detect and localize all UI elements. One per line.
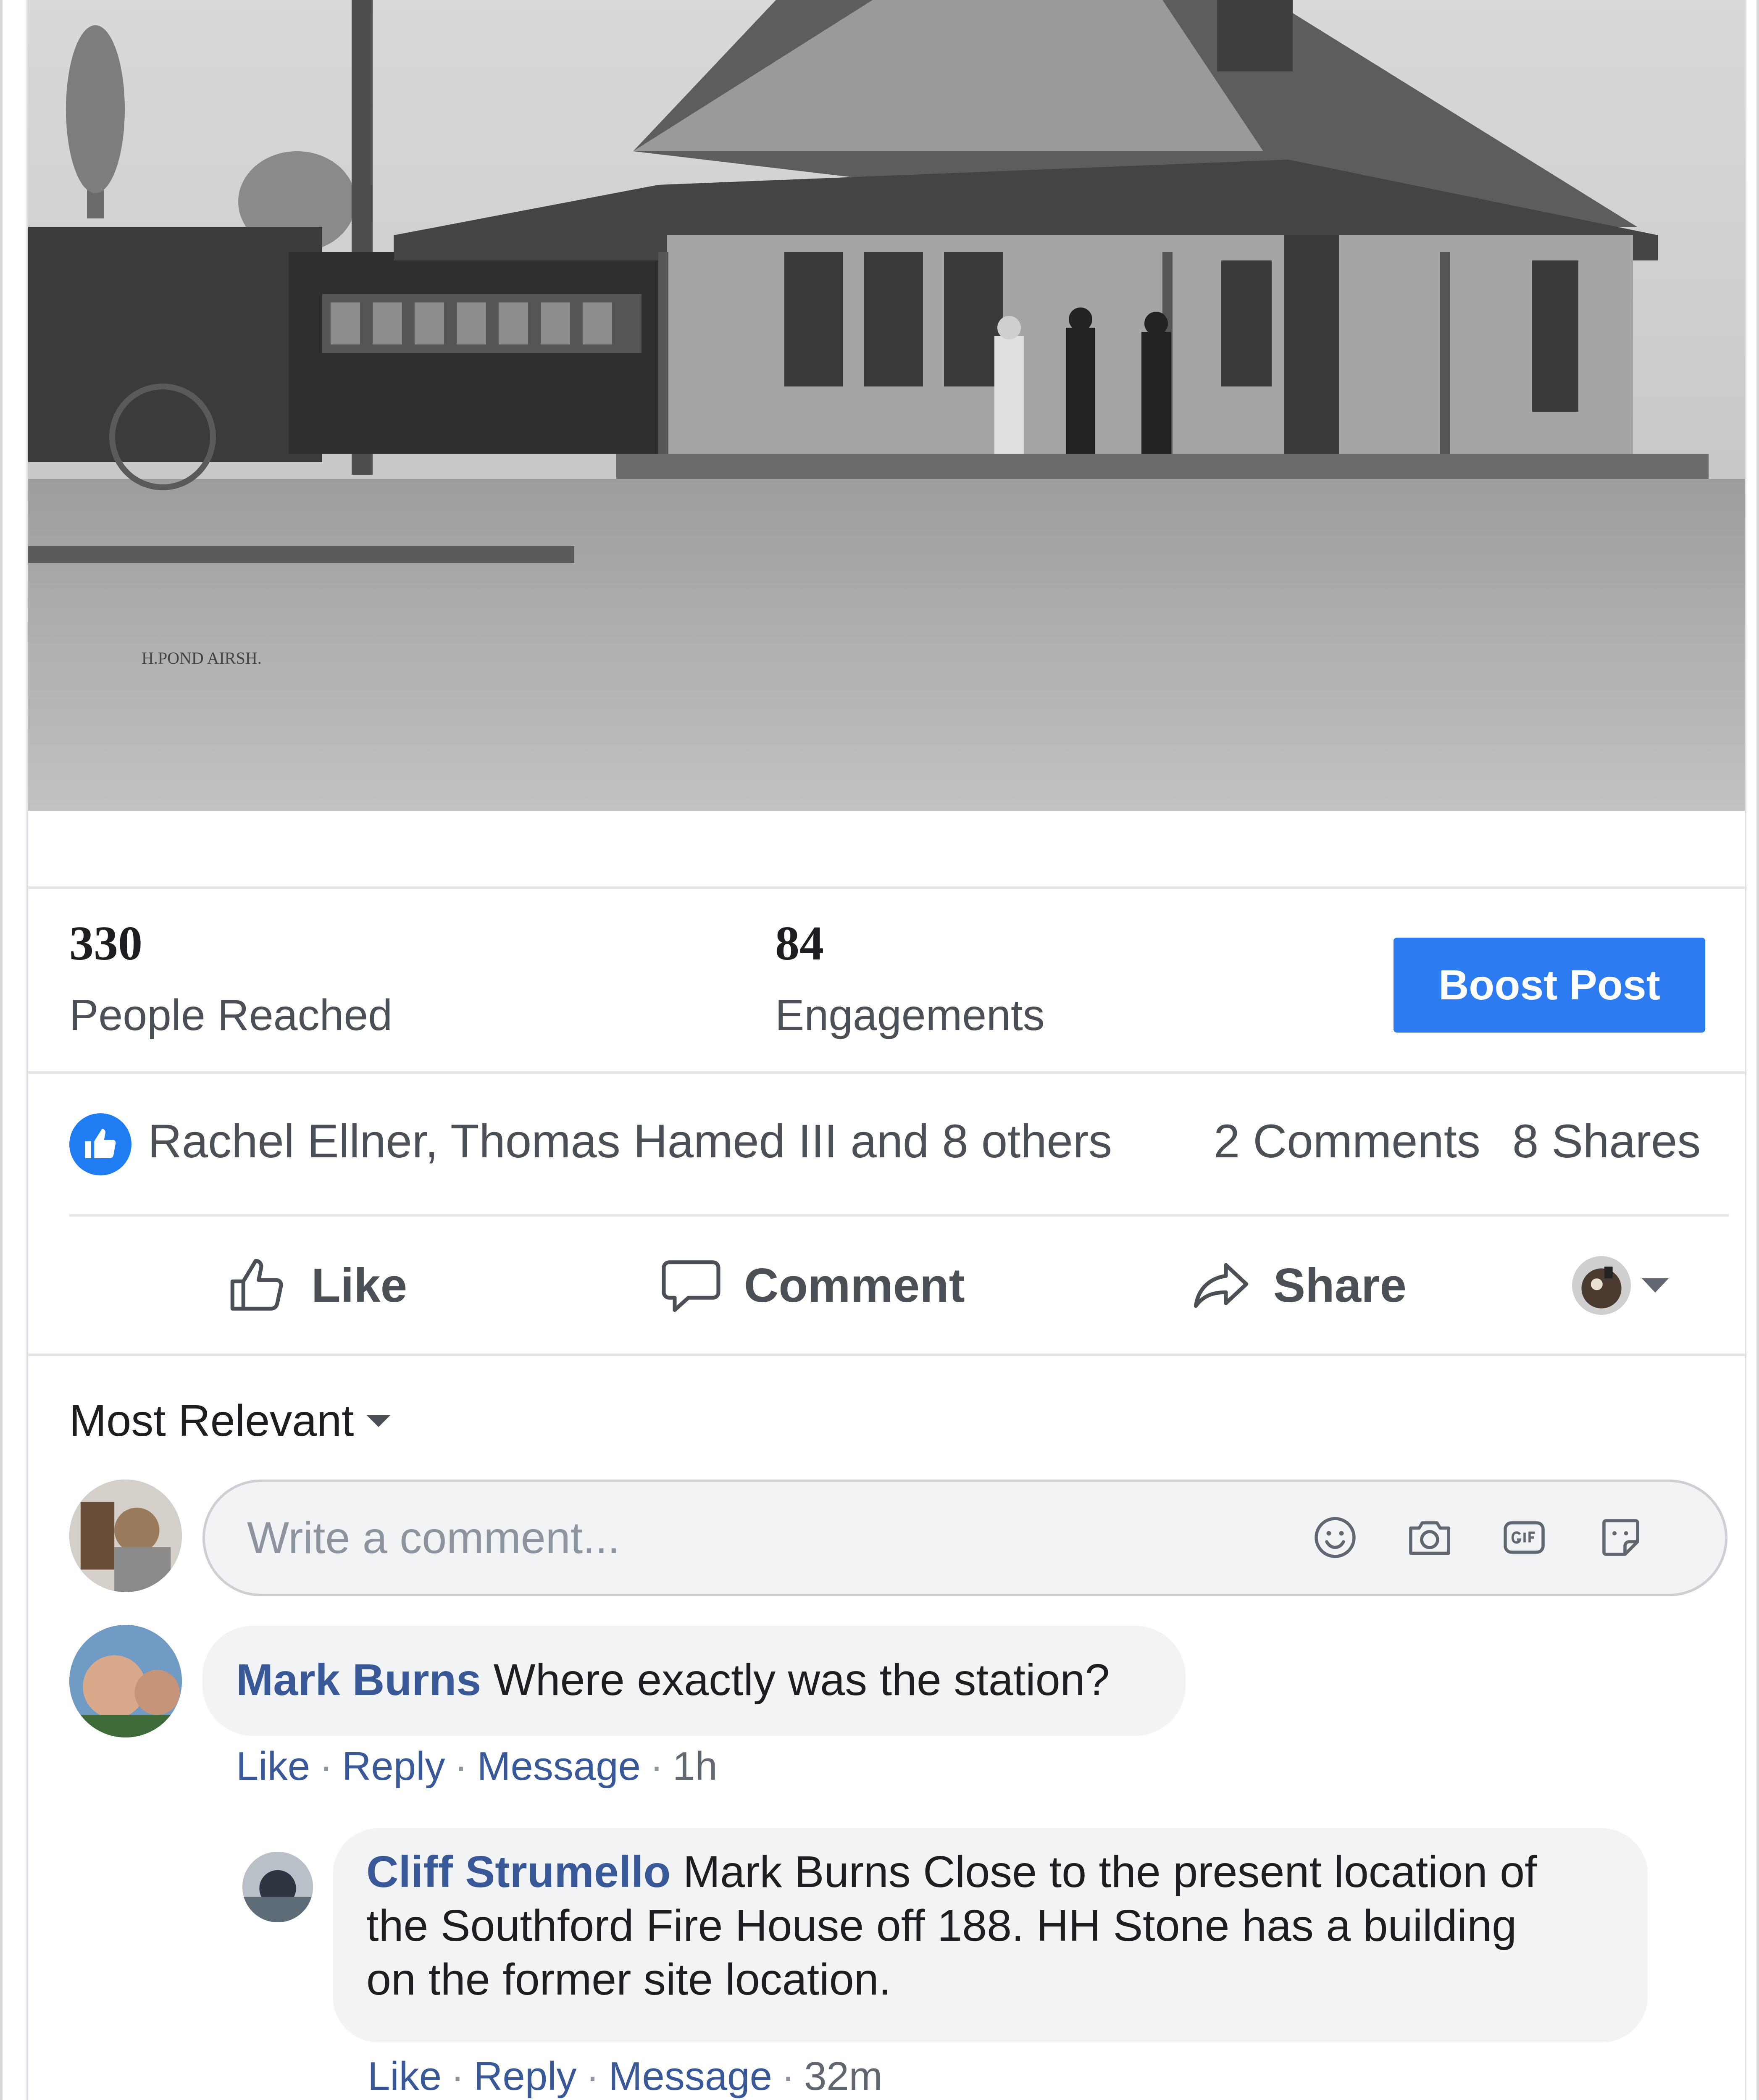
reply-text-line: on the former site location. <box>366 1955 891 2004</box>
people-reached-label: People Reached <box>69 991 393 1040</box>
reply-author-avatar[interactable] <box>242 1852 313 1922</box>
comments-count-link[interactable]: 2 Comments <box>1214 1114 1480 1168</box>
share-button[interactable]: Share <box>1188 1250 1407 1321</box>
divider <box>28 1354 1745 1356</box>
commenter-avatar[interactable] <box>69 1625 182 1737</box>
reply-timestamp[interactable]: 32m <box>804 2054 883 2099</box>
comment-sort-dropdown[interactable]: Most Relevant <box>69 1396 390 1446</box>
reply-text-line: Mark Burns Close to the present location… <box>683 1847 1537 1897</box>
camera-icon[interactable] <box>1400 1508 1459 1567</box>
chevron-down-icon <box>1642 1278 1669 1293</box>
like-button[interactable]: Like <box>226 1250 407 1321</box>
separator: · <box>650 1744 663 1789</box>
comment-input[interactable] <box>247 1482 1255 1594</box>
window-frame: H.POND AIRSH. 330 People Reached 84 Enga… <box>0 0 1759 2100</box>
engagements-label: Engagements <box>775 991 1045 1040</box>
post-card: H.POND AIRSH. 330 People Reached 84 Enga… <box>26 0 1746 2100</box>
like-label: Like <box>311 1259 408 1312</box>
comment-button[interactable]: Comment <box>658 1250 965 1321</box>
divider <box>69 1214 1729 1217</box>
comment-author-link[interactable]: Mark Burns <box>236 1655 481 1705</box>
comment-composer[interactable] <box>202 1480 1727 1596</box>
like-reaction-icon[interactable] <box>69 1113 131 1175</box>
emoji-icon[interactable] <box>1306 1508 1365 1567</box>
current-user-avatar[interactable] <box>69 1480 182 1592</box>
comment-bubble: Mark Burns Where exactly was the station… <box>202 1626 1186 1736</box>
shares-count-link[interactable]: 8 Shares <box>1512 1114 1701 1168</box>
separator: · <box>451 2054 465 2099</box>
gif-icon[interactable] <box>1495 1508 1554 1567</box>
caret-down-icon <box>366 1415 390 1427</box>
station-photo-illustration: H.POND AIRSH. <box>28 0 1745 811</box>
comment-actions: Like · Reply · Message · 1h <box>236 1743 718 1790</box>
comment-text: Where exactly was the station? <box>493 1655 1110 1705</box>
comment-like-link[interactable]: Like <box>236 1744 310 1789</box>
separator: · <box>454 1744 468 1789</box>
sticker-icon[interactable] <box>1591 1508 1650 1567</box>
post-as-selector[interactable] <box>1572 1256 1673 1315</box>
comment-label: Comment <box>744 1259 965 1312</box>
engagements-count: 84 <box>775 917 824 970</box>
separator: · <box>586 2054 599 2099</box>
sort-label: Most Relevant <box>69 1396 354 1446</box>
reactors-summary[interactable]: Rachel Ellner, Thomas Hamed III and 8 ot… <box>148 1114 1112 1168</box>
post-photo[interactable]: H.POND AIRSH. <box>28 0 1745 811</box>
thumbs-up-icon <box>230 1259 283 1311</box>
comment-reply-link[interactable]: Reply <box>342 1744 445 1789</box>
comment-timestamp[interactable]: 1h <box>673 1744 718 1789</box>
divider <box>28 886 1745 889</box>
speech-bubble-icon <box>662 1260 720 1312</box>
boost-post-button[interactable]: Boost Post <box>1394 938 1705 1033</box>
reply-actions: Like · Reply · Message · 32m <box>368 2053 883 2100</box>
reply-author-link[interactable]: Cliff Strumello <box>366 1847 670 1897</box>
reply-text-line: the Southford Fire House off 188. HH Sto… <box>366 1901 1517 1950</box>
share-arrow-icon <box>1194 1263 1249 1308</box>
page-avatar <box>1572 1256 1631 1315</box>
reply-reply-link[interactable]: Reply <box>473 2054 576 2099</box>
reply-message-link[interactable]: Message <box>608 2054 772 2099</box>
reply-bubble: Cliff Strumello Mark Burns Close to the … <box>333 1828 1648 2042</box>
separator: · <box>319 1744 333 1789</box>
reply-like-link[interactable]: Like <box>368 2054 442 2099</box>
divider <box>28 1071 1745 1074</box>
share-label: Share <box>1273 1259 1407 1312</box>
photo-caption: H.POND AIRSH. <box>142 649 262 668</box>
people-reached-count: 330 <box>69 917 142 970</box>
separator: · <box>781 2054 795 2099</box>
comment-message-link[interactable]: Message <box>477 1744 641 1789</box>
